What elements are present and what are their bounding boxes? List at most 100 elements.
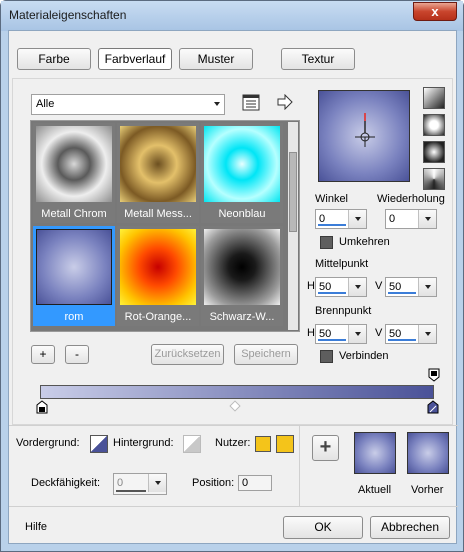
opacity-spinbox[interactable]: 0: [113, 473, 167, 495]
swatch-label: Neonblau: [218, 208, 266, 220]
category-value: Alle: [36, 98, 55, 110]
angle-bar: [318, 224, 346, 226]
window-title: Materialeigenschaften: [9, 8, 127, 22]
add-gradient-button[interactable]: +: [31, 345, 55, 364]
chevron-down-icon[interactable]: [348, 325, 366, 343]
chevron-down-icon[interactable]: [418, 210, 436, 228]
repeat-label: Wiederholung: [377, 193, 445, 205]
close-button[interactable]: x: [413, 2, 457, 21]
focus-label: Brennpunkt: [315, 305, 372, 317]
sunburst-gradient-type-button[interactable]: [423, 168, 445, 190]
swatch-label: Schwarz-W...: [209, 311, 275, 323]
gradient-stop-right-marker[interactable]: [427, 400, 439, 414]
tab-muster[interactable]: Muster: [179, 48, 253, 70]
add-to-library-button[interactable]: +: [312, 435, 339, 461]
reset-button[interactable]: Zurücksetzen: [151, 344, 224, 365]
focus-h-label: H: [307, 327, 315, 339]
focus-h-spinbox[interactable]: 50: [315, 324, 367, 344]
foreground-stop-button[interactable]: [90, 435, 108, 453]
previous-preview[interactable]: [407, 432, 449, 474]
rectangular-gradient-type-button[interactable]: [423, 114, 445, 136]
gradient-swatch[interactable]: Rot-Orange...: [117, 226, 199, 326]
radial-gradient-type-button[interactable]: [423, 141, 445, 163]
gradient-swatch-selected[interactable]: rom: [33, 226, 115, 326]
focus-h-bar: [318, 339, 346, 341]
previous-label: Vorher: [411, 484, 444, 496]
save-button[interactable]: Speichern: [234, 344, 298, 365]
focus-v-spinbox[interactable]: 50: [385, 324, 437, 344]
opacity-value: 0: [117, 477, 124, 489]
divider: [299, 426, 300, 506]
angle-label: Winkel: [315, 193, 349, 205]
divider: [9, 425, 458, 426]
center-marker-icon: [355, 113, 375, 147]
category-select[interactable]: Alle: [31, 94, 225, 115]
cancel-button[interactable]: Abbrechen: [370, 516, 450, 539]
swatch-preview: [36, 126, 112, 202]
center-v-spinbox[interactable]: 50: [385, 277, 437, 297]
current-preview[interactable]: [354, 432, 396, 474]
chevron-down-icon[interactable]: [348, 210, 366, 228]
center-h-spinbox[interactable]: 50: [315, 277, 367, 297]
gradient-swatch[interactable]: Neonblau: [201, 123, 283, 223]
opacity-label: Deckfähigkeit:: [31, 477, 101, 489]
link-checkbox[interactable]: [320, 350, 333, 363]
center-label: Mittelpunkt: [315, 258, 369, 270]
gradient-bar[interactable]: [40, 385, 434, 399]
arrow-right-icon[interactable]: [276, 93, 294, 111]
title-bar[interactable]: Materialeigenschaften x: [1, 1, 463, 31]
gradient-stop-top-marker[interactable]: [428, 368, 440, 382]
chevron-down-icon[interactable]: [418, 325, 436, 343]
swatch-preview: [36, 229, 112, 305]
swatch-preview: [204, 126, 280, 202]
background-stop-button[interactable]: [183, 435, 201, 453]
position-input[interactable]: 0: [238, 475, 272, 491]
dialog-window: Materialeigenschaften x Farbe Farbverlau…: [0, 0, 464, 552]
chevron-down-icon[interactable]: [348, 278, 366, 296]
angle-spinbox[interactable]: 0: [315, 209, 367, 229]
tab-textur[interactable]: Textur: [281, 48, 355, 70]
position-label: Position:: [192, 477, 235, 489]
gradient-swatch[interactable]: Metall Chrom: [33, 123, 115, 223]
tab-farbe[interactable]: Farbe: [17, 48, 91, 70]
current-label: Aktuell: [358, 484, 392, 496]
background-label: Hintergrund:: [113, 437, 174, 449]
user-label: Nutzer:: [215, 437, 251, 449]
swatch-label: rom: [64, 311, 84, 323]
invert-label: Umkehren: [339, 236, 390, 248]
position-value: 0: [242, 477, 249, 489]
gradient-library: Metall Chrom Metall Mess... Neonblau rom…: [30, 120, 300, 332]
ok-button[interactable]: OK: [283, 516, 363, 539]
gradient-stop-left-marker[interactable]: [36, 400, 48, 414]
chevron-down-icon[interactable]: [148, 474, 166, 492]
linear-gradient-type-button[interactable]: [423, 87, 445, 109]
user-color-swatch[interactable]: [255, 436, 271, 452]
chevron-down-icon[interactable]: [418, 278, 436, 296]
tab-farbverlauf[interactable]: Farbverlauf: [98, 48, 172, 70]
library-options-icon[interactable]: [242, 94, 260, 111]
swatch-preview: [120, 126, 196, 202]
gradient-swatch[interactable]: Metall Mess...: [117, 123, 199, 223]
foreground-label: Vordergrund:: [16, 437, 80, 449]
repeat-value: 0: [389, 213, 396, 225]
focus-v-bar: [388, 339, 416, 341]
gradient-swatch[interactable]: Schwarz-W...: [201, 226, 283, 326]
center-h-bar: [318, 292, 346, 294]
chevron-down-icon: [214, 102, 220, 106]
swatch-preview: [204, 229, 280, 305]
scrollbar-thumb[interactable]: [289, 152, 297, 232]
invert-checkbox[interactable]: [320, 236, 333, 249]
swatch-label: Rot-Orange...: [124, 311, 192, 323]
swatch-preview: [120, 229, 196, 305]
opacity-bar: [116, 490, 146, 492]
repeat-spinbox[interactable]: 0: [385, 209, 437, 229]
library-scrollbar[interactable]: [288, 122, 298, 330]
help-link[interactable]: Hilfe: [25, 521, 47, 533]
swatch-label: Metall Chrom: [41, 208, 107, 220]
user-stop-button[interactable]: [276, 435, 294, 453]
center-h-label: H: [307, 280, 315, 292]
focus-v-label: V: [375, 327, 383, 339]
center-v-bar: [388, 292, 416, 294]
remove-gradient-button[interactable]: -: [65, 345, 89, 364]
gradient-editor-preview[interactable]: [318, 90, 410, 182]
